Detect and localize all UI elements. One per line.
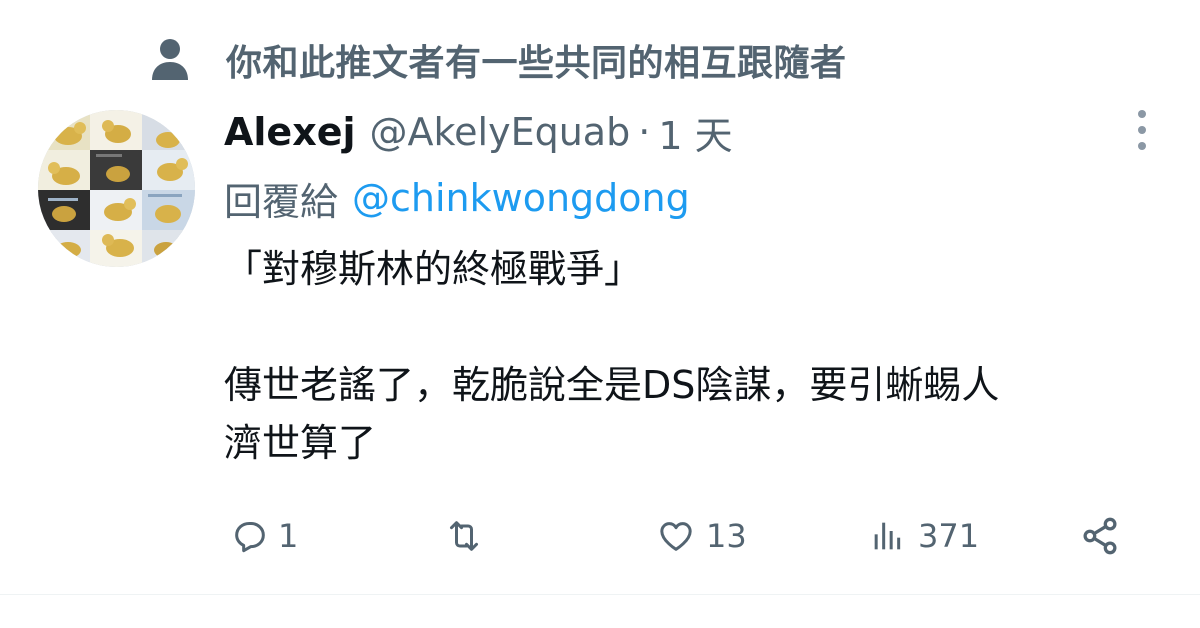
tweet-header: Alexej @AkelyEquab · 1 天 — [224, 106, 733, 158]
reply-label: 回覆給 — [224, 179, 339, 224]
heart-icon — [660, 522, 692, 551]
author-display-name[interactable]: Alexej — [224, 110, 356, 154]
views-button[interactable]: 371 — [866, 508, 979, 564]
social-context: 你和此推文者有一些共同的相互跟隨者 — [150, 32, 847, 88]
social-context-text[interactable]: 你和此推文者有一些共同的相互跟隨者 — [226, 34, 847, 86]
tweet-timestamp[interactable]: 1 天 — [658, 105, 732, 160]
more-dot — [1138, 142, 1146, 150]
divider — [0, 594, 1200, 595]
header-separator: · — [638, 110, 651, 154]
more-dot — [1138, 110, 1146, 118]
tweet-text-line: 「對穆斯林的終極戰爭」 — [224, 247, 643, 291]
reply-button[interactable]: 1 — [230, 508, 298, 564]
reply-count: 1 — [278, 517, 299, 555]
reply-icon — [235, 522, 265, 553]
tweet-body: 「對穆斯林的終極戰爭」 傳世老謠了，乾脆說全是DS陰謀，要引蜥蜴人 濟世算了 — [224, 240, 1154, 472]
person-icon — [152, 39, 188, 80]
tweet-actions-bar: 1 13 371 — [222, 508, 1132, 564]
tweet-text-blank-line — [224, 298, 1154, 356]
reply-to-handle-link[interactable]: @chinkwongdong — [352, 176, 690, 220]
tweet-text-line: 濟世算了 — [224, 421, 377, 465]
more-vertical-icon[interactable] — [1128, 108, 1156, 152]
share-icon — [1083, 517, 1117, 555]
reply-context: 回覆給 @chinkwongdong — [224, 170, 690, 226]
avatar[interactable] — [38, 110, 195, 267]
retweet-button[interactable] — [442, 508, 494, 564]
share-button[interactable] — [1078, 508, 1122, 564]
author-handle[interactable]: @AkelyEquab — [370, 110, 631, 154]
retweet-icon — [450, 521, 478, 551]
like-count: 13 — [706, 517, 747, 555]
more-dot — [1138, 126, 1146, 134]
tweet-text-line: 傳世老謠了，乾脆說全是DS陰謀，要引蜥蜴人 — [224, 363, 1000, 407]
views-count: 371 — [918, 517, 980, 555]
views-chart-icon — [874, 522, 901, 550]
like-button[interactable]: 13 — [654, 508, 747, 564]
